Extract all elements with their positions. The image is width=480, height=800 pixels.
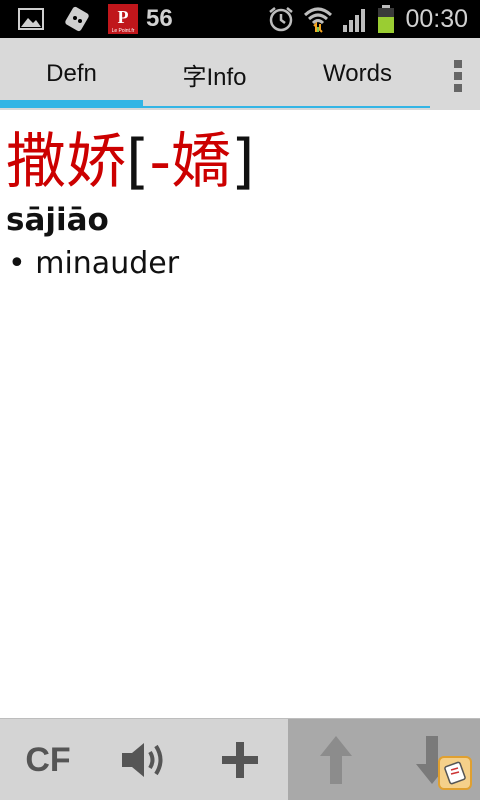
tab-words[interactable]: Words bbox=[286, 38, 429, 110]
definition-item: • minauder bbox=[8, 246, 180, 281]
svg-text:P: P bbox=[118, 7, 129, 27]
plus-icon bbox=[222, 742, 258, 778]
tab-char-info[interactable]: 字Info bbox=[143, 38, 286, 110]
headword-simplified: 撒娇 bbox=[6, 127, 126, 197]
definition-panel: 撒娇[-嬌] sājiāo • minauder bbox=[0, 110, 480, 718]
sound-button[interactable] bbox=[96, 719, 192, 800]
battery-icon bbox=[377, 4, 395, 34]
svg-text:Le Point.fr: Le Point.fr bbox=[112, 28, 135, 34]
app-notification-icon: P Le Point.fr bbox=[108, 4, 138, 34]
status-notifications: P Le Point.fr 56 bbox=[0, 0, 173, 38]
clock: 00:30 bbox=[405, 4, 468, 33]
notification-count: 56 bbox=[146, 5, 173, 32]
bracket-close: ] bbox=[231, 127, 255, 197]
pinyin: sājiāo bbox=[6, 202, 109, 238]
cf-button[interactable]: CF bbox=[0, 719, 96, 800]
arrow-up-icon bbox=[320, 736, 352, 784]
gallery-icon bbox=[16, 4, 46, 34]
bottom-toolbar: CF bbox=[0, 718, 480, 800]
game-icon bbox=[62, 4, 92, 34]
alarm-icon bbox=[267, 4, 295, 34]
previous-entry-button[interactable] bbox=[288, 719, 384, 800]
signal-icon bbox=[341, 4, 369, 34]
speaker-icon bbox=[122, 743, 163, 777]
status-system: 00:30 bbox=[259, 0, 480, 38]
status-bar: P Le Point.fr 56 00:30 bbox=[0, 0, 480, 38]
wifi-icon bbox=[303, 4, 333, 34]
tab-underline bbox=[0, 106, 430, 108]
bracket-open: [ bbox=[126, 127, 150, 197]
app-badge-icon[interactable] bbox=[438, 756, 472, 790]
headword-traditional: -嬌 bbox=[149, 127, 232, 197]
overflow-menu-icon[interactable] bbox=[454, 60, 464, 92]
headword: 撒娇[-嬌] bbox=[6, 124, 255, 200]
add-button[interactable] bbox=[192, 719, 288, 800]
